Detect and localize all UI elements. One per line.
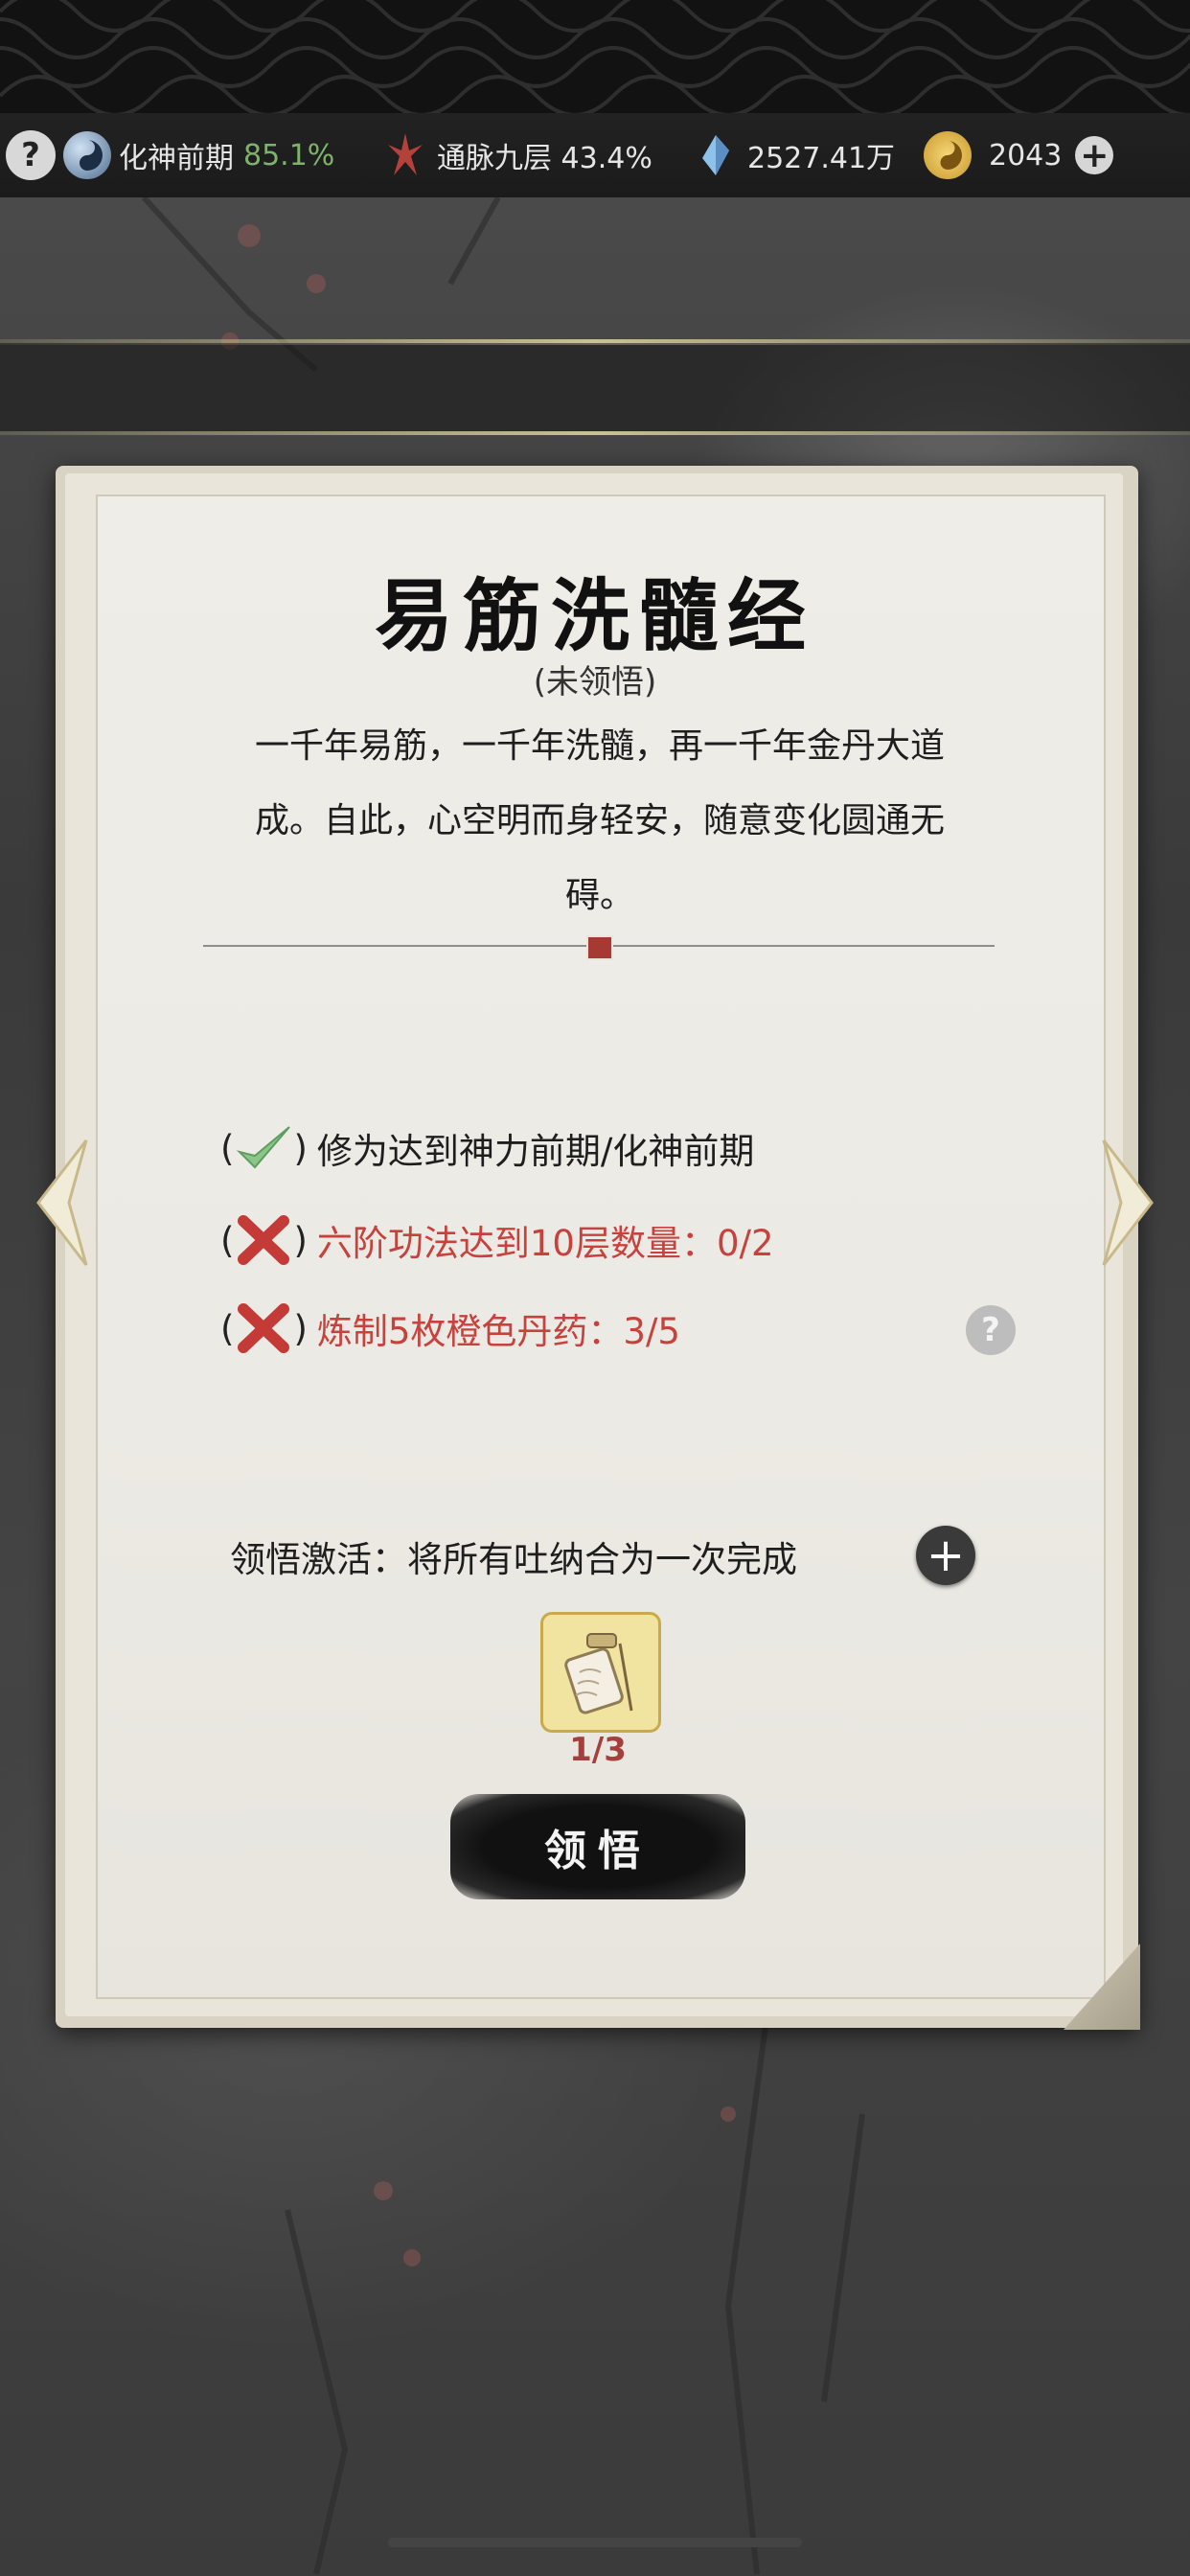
item-count: 1/3 xyxy=(569,1731,627,1769)
add-activation-item-button[interactable]: + xyxy=(916,1526,975,1585)
add-currency-button[interactable]: + xyxy=(1075,136,1114,175)
technique-description: 一千年易筋，一千年洗髓，再一千年金丹大道成。自此，心空明而身轻安，随意变化圆通无… xyxy=(254,726,945,915)
realm-stat[interactable]: 化神前期 85.1% xyxy=(63,113,334,197)
home-indicator[interactable] xyxy=(388,2538,802,2547)
checkmark-icon xyxy=(234,1119,293,1177)
currency-value: 2043 xyxy=(989,138,1063,172)
next-arrow-button[interactable] xyxy=(1094,1131,1171,1275)
meridian-label: 通脉九层 43.4% xyxy=(437,142,652,175)
header-strip xyxy=(0,343,1190,431)
requirement-help-icon[interactable]: ? xyxy=(966,1305,1016,1355)
realm-label: 化神前期 xyxy=(119,142,234,175)
technique-status: (未领悟) xyxy=(533,663,657,702)
requirement-row: ( ) 六阶功法达到10层数量：0/2 xyxy=(220,1211,774,1269)
currency-stat[interactable]: 2043 + xyxy=(924,113,1114,197)
technique-title: 易筋洗髓经 xyxy=(374,570,815,662)
meridian-icon xyxy=(381,131,429,179)
top-pattern-band xyxy=(0,0,1190,113)
question-icon[interactable]: ? xyxy=(6,130,56,180)
previous-arrow-button[interactable] xyxy=(19,1131,96,1275)
spirit-stone-value: 2527.41万 xyxy=(747,142,896,175)
crystal-icon xyxy=(692,131,740,179)
realm-percent: 85.1% xyxy=(243,138,335,172)
requirement-text: 炼制5枚橙色丹药：3/5 xyxy=(316,1311,680,1352)
seal-stamp-icon xyxy=(586,935,613,960)
status-bar: ? 化神前期 85.1% 通脉九层 43.4% 2527.41万 2043 + xyxy=(0,113,1190,197)
help-button[interactable]: ? xyxy=(6,113,56,197)
scroll-item-icon xyxy=(564,1633,633,1714)
requirement-row: ( ) 炼制5枚橙色丹药：3/5 xyxy=(220,1300,680,1357)
requirement-row: ( ) 修为达到神力前期/化神前期 xyxy=(220,1119,754,1177)
gold-taiji-icon xyxy=(924,131,972,179)
requirement-text: 修为达到神力前期/化神前期 xyxy=(316,1131,755,1172)
activation-label: 领悟激活：将所有吐纳合为一次完成 xyxy=(230,1539,797,1580)
comprehend-button[interactable]: 领悟 xyxy=(450,1794,745,1899)
gold-divider-bottom xyxy=(0,431,1190,435)
scroll-item-slot[interactable] xyxy=(540,1612,661,1733)
cross-icon xyxy=(234,1300,293,1357)
spirit-stone-stat[interactable]: 2527.41万 xyxy=(692,113,895,197)
cross-icon xyxy=(234,1211,293,1269)
yin-yang-icon xyxy=(63,131,111,179)
requirement-text: 六阶功法达到10层数量：0/2 xyxy=(316,1223,774,1264)
meridian-stat[interactable]: 通脉九层 43.4% xyxy=(381,113,652,197)
